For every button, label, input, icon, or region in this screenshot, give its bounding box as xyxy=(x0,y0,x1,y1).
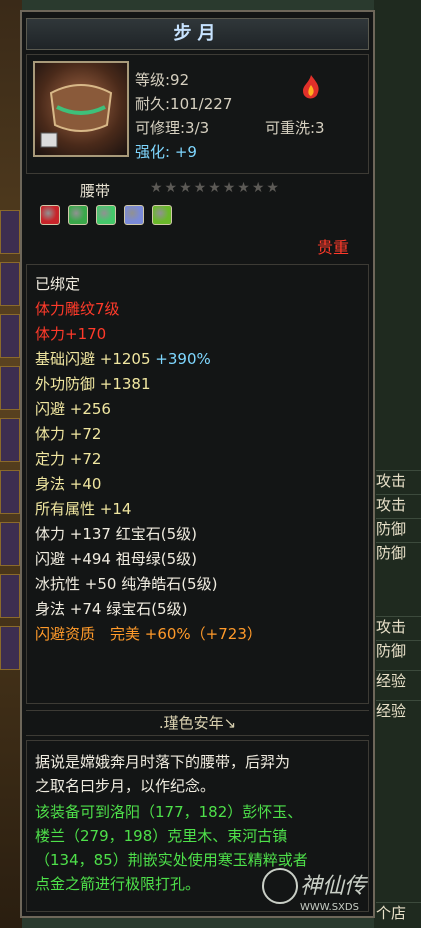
store-label[interactable]: 个店 xyxy=(376,902,421,923)
diamond-gem-icon xyxy=(124,205,145,225)
ruby-gem-icon xyxy=(40,205,60,225)
attribute-percent: +390% xyxy=(155,350,211,368)
bg-label: 防御 xyxy=(376,518,421,539)
attribute-text: 基础闪避 +1205 xyxy=(35,350,151,368)
description-line: （134，85）荆嵌实处使用寒玉精粹或者 xyxy=(35,851,308,869)
description-line: 之取名曰步月，以作纪念。 xyxy=(35,777,216,795)
gem-attribute-line: 体力 +137 红宝石(5级) xyxy=(35,525,197,543)
skill-slot[interactable] xyxy=(0,626,20,670)
attribute-line: 所有属性 +14 xyxy=(35,500,132,518)
item-repairable: 可修理:3/3 xyxy=(135,119,210,137)
skill-slot[interactable] xyxy=(0,522,20,566)
watermark-text: 神仙传 xyxy=(300,874,367,899)
set-name: .瑾色安年↘ xyxy=(26,710,369,736)
skill-slot[interactable] xyxy=(0,262,20,306)
skill-slot[interactable] xyxy=(0,314,20,358)
attribute-line: 体力雕纹7级 xyxy=(35,300,120,318)
gem-slots xyxy=(40,205,175,229)
description-line: 点金之箭进行极限打孔。 xyxy=(35,875,201,893)
skill-slot[interactable] xyxy=(0,366,20,410)
bg-label: 经验 xyxy=(376,670,421,691)
item-durability: 耐久:101/227 xyxy=(135,95,233,113)
gem-attribute-line: 冰抗性 +50 纯净皓石(5级) xyxy=(35,575,218,593)
bg-label: 攻击 xyxy=(376,616,421,637)
bg-label: 防御 xyxy=(376,542,421,563)
item-enhance: 强化: +9 xyxy=(135,141,197,162)
item-rewashable: 可重洗:3 xyxy=(265,119,325,137)
attribute-line: 身法 +40 xyxy=(35,475,102,493)
enhance-value: +9 xyxy=(174,143,197,161)
rarity-label: 贵重 xyxy=(316,238,349,257)
bound-status: 已绑定 xyxy=(35,275,81,293)
gem-attribute-line: 身法 +74 绿宝石(5级) xyxy=(35,600,188,618)
item-type: 腰带 xyxy=(80,182,111,200)
attribute-line: 基础闪避 +1205 +390% xyxy=(35,348,211,369)
watermark-logo-icon xyxy=(262,868,298,904)
jade-gem-icon xyxy=(96,205,117,225)
flame-icon xyxy=(297,73,325,101)
description-line: 据说是嫦娥奔月时落下的腰带，后羿为 xyxy=(35,753,291,771)
attribute-list: 已绑定 体力雕纹7级 体力+170 基础闪避 +1205 +390% 外功防御 … xyxy=(26,264,369,704)
skill-slot[interactable] xyxy=(0,574,20,618)
attribute-line: 闪避 +256 xyxy=(35,400,111,418)
item-title: 步月 xyxy=(26,18,369,50)
skill-slot[interactable] xyxy=(0,470,20,514)
bg-label: 攻击 xyxy=(376,470,421,491)
game-left-panel xyxy=(0,0,22,928)
belt-icon xyxy=(33,61,129,157)
gem-attribute-line: 闪避 +494 祖母绿(5级) xyxy=(35,550,197,568)
bg-label: 经验 xyxy=(376,700,421,721)
star-rating: ★★★★★★★★★ xyxy=(150,180,281,196)
aptitude-line: 闪避资质 完美 +60%（+723） xyxy=(35,625,262,643)
peridot-gem-icon xyxy=(152,205,173,225)
attribute-line: 定力 +72 xyxy=(35,450,102,468)
watermark-url: WWW.SXDS xyxy=(300,902,359,913)
bg-label: 攻击 xyxy=(376,494,421,515)
attribute-line: 外功防御 +1381 xyxy=(35,375,151,393)
attribute-line: 体力+170 xyxy=(35,325,107,343)
emerald-gem-icon xyxy=(68,205,89,225)
description-line: 楼兰（279，198）克里木、束河古镇 xyxy=(35,827,288,845)
skill-slot[interactable] xyxy=(0,418,20,462)
item-tooltip: 步月 等级:92 耐久:101/227 可修理:3/3 可重洗:3 强化: +9… xyxy=(20,10,375,918)
enhance-label: 强化: xyxy=(135,143,171,161)
game-right-panel xyxy=(374,0,421,928)
description-line: 该装备可到洛阳（177，182）彭怀玉、 xyxy=(35,803,303,821)
item-header: 等级:92 耐久:101/227 可修理:3/3 可重洗:3 强化: +9 xyxy=(26,54,369,174)
attribute-line: 体力 +72 xyxy=(35,425,102,443)
skill-slot[interactable] xyxy=(0,210,20,254)
item-level: 等级:92 xyxy=(135,71,190,89)
bg-label: 防御 xyxy=(376,640,421,661)
